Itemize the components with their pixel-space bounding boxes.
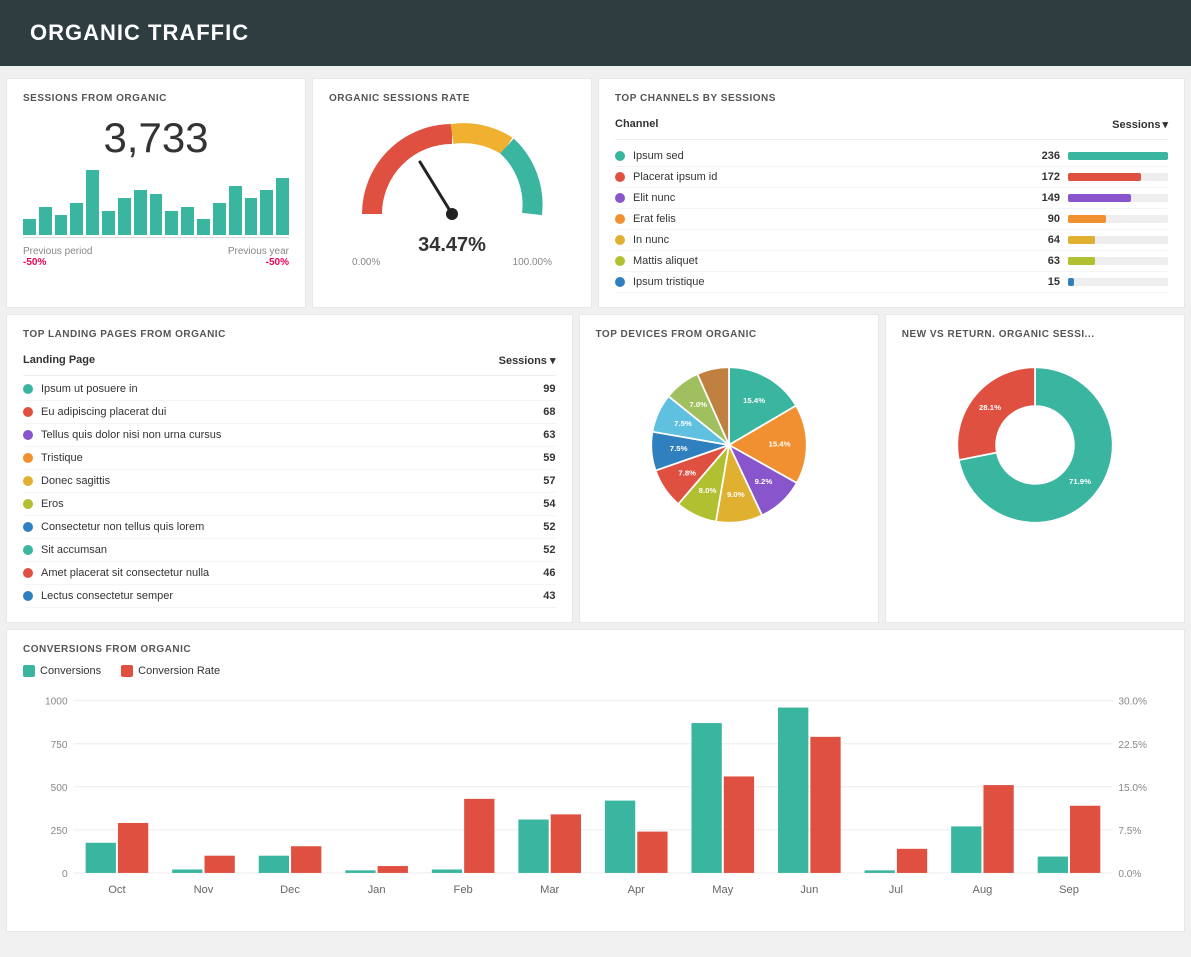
landing-row: Tristique 59 [23,447,556,470]
channels-rows: Ipsum sed 236 Placerat ipsum id 172 Elit… [615,146,1168,293]
svg-text:Jul: Jul [889,884,903,896]
conversions-chart: 0 0.0% 250 7.5% 500 15.0% 750 22.5% 1000 30.0% Oct… [23,687,1168,917]
channel-row: Mattis aliquet 63 [615,251,1168,272]
svg-text:500: 500 [51,783,68,794]
landing-rows: Ipsum ut posuere in 99 Eu adipiscing pla… [23,378,556,608]
col-page: Landing Page [23,354,95,367]
sessions-bar-chart [23,168,289,238]
svg-text:30.0%: 30.0% [1118,697,1147,708]
svg-text:Feb: Feb [454,884,473,896]
newreturn-card: NEW VS RETURN. ORGANIC SESSI... 71.9% 28.… [885,314,1185,623]
channels-header: Channel Sessions ▾ [615,114,1168,140]
channel-row: In nunc 64 [615,230,1168,251]
svg-text:28.1%: 28.1% [979,403,1001,412]
svg-text:Oct: Oct [108,884,126,896]
conversions-legend: Conversions Conversion Rate [23,665,1168,677]
devices-card: TOP DEVICES FROM ORGANIC 15.4% 15.4% 9.2% 9… [579,314,879,623]
gauge-svg [352,114,552,234]
gauge-card: ORGANIC SESSIONS RATE 34.47% [312,78,592,308]
landing-row: Consectetur non tellus quis lorem 52 [23,516,556,539]
svg-text:15.4%: 15.4% [768,440,790,449]
devices-pie: 15.4% 15.4% 9.2% 9.0% 8.0%7.8% 7.5% 7.5% 7.0% [634,350,824,540]
channel-row: Ipsum sed 236 [615,146,1168,167]
sessions-value: 3,733 [23,114,289,162]
svg-text:0.0%: 0.0% [1118,869,1141,880]
svg-text:7.5%: 7.5% [669,444,687,453]
col-sessions-lp[interactable]: Sessions ▾ [499,354,556,367]
gauge-range: 0.00% 100.00% [352,257,552,268]
svg-text:7.0%: 7.0% [689,400,707,409]
channels-title: TOP CHANNELS BY SESSIONS [615,93,1168,104]
period-row: Previous period -50% Previous year -50% [23,246,289,268]
svg-text:9.0%: 9.0% [727,490,745,499]
svg-text:15.4%: 15.4% [743,396,765,405]
gauge-value: 34.47% [418,234,486,257]
newreturn-title: NEW VS RETURN. ORGANIC SESSI... [902,329,1168,340]
landing-row: Donec sagittis 57 [23,470,556,493]
svg-text:Jun: Jun [800,884,818,896]
svg-text:7.8%: 7.8% [678,468,696,477]
svg-text:May: May [712,884,733,896]
svg-text:Apr: Apr [628,884,646,896]
landing-card: TOP LANDING PAGES FROM ORGANIC Landing P… [6,314,573,623]
devices-title: TOP DEVICES FROM ORGANIC [596,329,862,340]
newreturn-pie: 71.9% 28.1% [940,350,1130,540]
channel-row: Elit nunc 149 [615,188,1168,209]
svg-text:71.9%: 71.9% [1069,477,1091,486]
svg-text:Aug: Aug [973,884,993,896]
gauge-container: 34.47% 0.00% 100.00% [329,114,575,268]
svg-text:7.5%: 7.5% [1118,826,1141,837]
period-label: Previous period [23,246,92,257]
sessions-title: SESSIONS FROM ORGANIC [23,93,289,104]
landing-row: Lectus consectetur semper 43 [23,585,556,608]
svg-text:1000: 1000 [45,697,68,708]
landing-row: Eu adipiscing placerat dui 68 [23,401,556,424]
svg-text:Nov: Nov [194,884,214,896]
conversions-card: CONVERSIONS FROM ORGANIC ConversionsConv… [6,629,1185,932]
svg-text:22.5%: 22.5% [1118,740,1147,751]
svg-text:Dec: Dec [280,884,300,896]
landing-row: Amet placerat sit consectetur nulla 46 [23,562,556,585]
gauge-max: 100.00% [513,257,552,268]
svg-text:0: 0 [62,869,68,880]
header: ORGANIC TRAFFIC [0,0,1191,66]
landing-row: Eros 54 [23,493,556,516]
svg-text:7.5%: 7.5% [674,419,692,428]
col-channel: Channel [615,118,658,131]
landing-row: Sit accumsan 52 [23,539,556,562]
sessions-card: SESSIONS FROM ORGANIC 3,733 Previous per… [6,78,306,308]
channel-row: Ipsum tristique 15 [615,272,1168,293]
gauge-min: 0.00% [352,257,380,268]
col-sessions-sort[interactable]: Sessions ▾ [1112,118,1168,131]
page-title: ORGANIC TRAFFIC [30,20,249,45]
period-change: -50% [23,257,92,268]
svg-text:9.2%: 9.2% [754,477,772,486]
svg-text:Mar: Mar [540,884,559,896]
svg-text:250: 250 [51,826,68,837]
landing-title: TOP LANDING PAGES FROM ORGANIC [23,329,556,340]
svg-text:750: 750 [51,740,68,751]
svg-text:15.0%: 15.0% [1118,783,1147,794]
channels-card: TOP CHANNELS BY SESSIONS Channel Session… [598,78,1185,308]
landing-row: Ipsum ut posuere in 99 [23,378,556,401]
year-change: -50% [228,257,289,268]
year-label: Previous year [228,246,289,257]
svg-text:Sep: Sep [1059,884,1079,896]
svg-text:8.0%: 8.0% [698,486,716,495]
landing-row: Tellus quis dolor nisi non urna cursus 6… [23,424,556,447]
legend-item: Conversions [23,665,101,677]
legend-item: Conversion Rate [121,665,220,677]
channel-row: Erat felis 90 [615,209,1168,230]
channel-row: Placerat ipsum id 172 [615,167,1168,188]
landing-header: Landing Page Sessions ▾ [23,350,556,376]
conversions-chart-wrap: 0 0.0% 250 7.5% 500 15.0% 750 22.5% 1000 30.0% Oct… [23,687,1168,917]
gauge-title: ORGANIC SESSIONS RATE [329,93,575,104]
svg-text:Jan: Jan [368,884,386,896]
conversions-title: CONVERSIONS FROM ORGANIC [23,644,1168,655]
